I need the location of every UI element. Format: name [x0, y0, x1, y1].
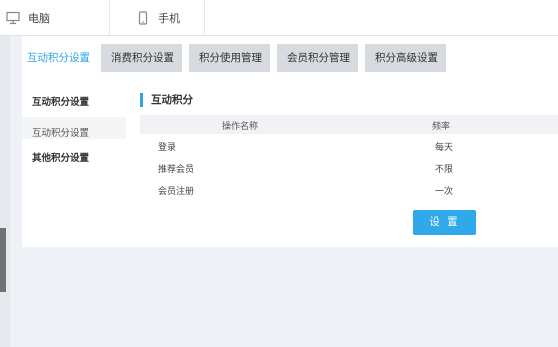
left-edge-strip [0, 36, 10, 347]
row-frequency: 不限 [435, 165, 454, 175]
phone-icon [138, 10, 148, 25]
table-row: 会员注册 一次 [140, 180, 558, 200]
device-switch-bar: 电脑 手机 [0, 0, 558, 36]
settings-button[interactable]: 设 置 [413, 210, 476, 235]
row-name: 推荐会员 [158, 165, 195, 175]
column-header-frequency: 频率 [432, 122, 451, 132]
device-tab-pc-label: 电脑 [28, 11, 50, 25]
scroll-handle[interactable] [0, 228, 6, 292]
tab-interactive-points[interactable]: 互动积分设置 [22, 44, 93, 72]
sidebar-item-interactive[interactable]: 互动积分设置 [32, 125, 89, 139]
row-name: 登录 [158, 143, 177, 153]
sidebar-item-other[interactable]: 其他积分设置 [32, 150, 89, 164]
row-frequency: 一次 [435, 187, 454, 197]
tab-advanced-settings[interactable]: 积分高级设置 [365, 44, 446, 72]
tab-member-points[interactable]: 会员积分管理 [277, 44, 358, 72]
tab-bar: 互动积分设置 消费积分设置 积分使用管理 会员积分管理 积分高级设置 [22, 44, 453, 72]
table-row: 登录 每天 [140, 136, 558, 156]
column-header-name: 操作名称 [222, 122, 259, 132]
sidebar-heading: 互动积分设置 [32, 97, 90, 108]
table-header: 操作名称 频率 [140, 115, 558, 134]
main-content: 互动积分 操作名称 频率 登录 每天 推荐会员 不限 会员注册 一次 设 置 [126, 86, 558, 246]
sidebar: 互动积分设置 互动积分设置 其他积分设置 [22, 86, 126, 246]
device-tab-phone[interactable]: 手机 [110, 0, 205, 35]
tab-points-usage[interactable]: 积分使用管理 [189, 44, 270, 72]
device-tab-phone-label: 手机 [158, 11, 180, 25]
table-row: 推荐会员 不限 [140, 158, 558, 178]
row-frequency: 每天 [435, 143, 454, 153]
tab-consumption-points[interactable]: 消费积分设置 [101, 44, 182, 72]
monitor-icon [6, 11, 20, 24]
row-name: 会员注册 [158, 187, 195, 197]
section-title: 互动积分 [140, 93, 193, 107]
device-tab-pc[interactable]: 电脑 [0, 0, 110, 35]
